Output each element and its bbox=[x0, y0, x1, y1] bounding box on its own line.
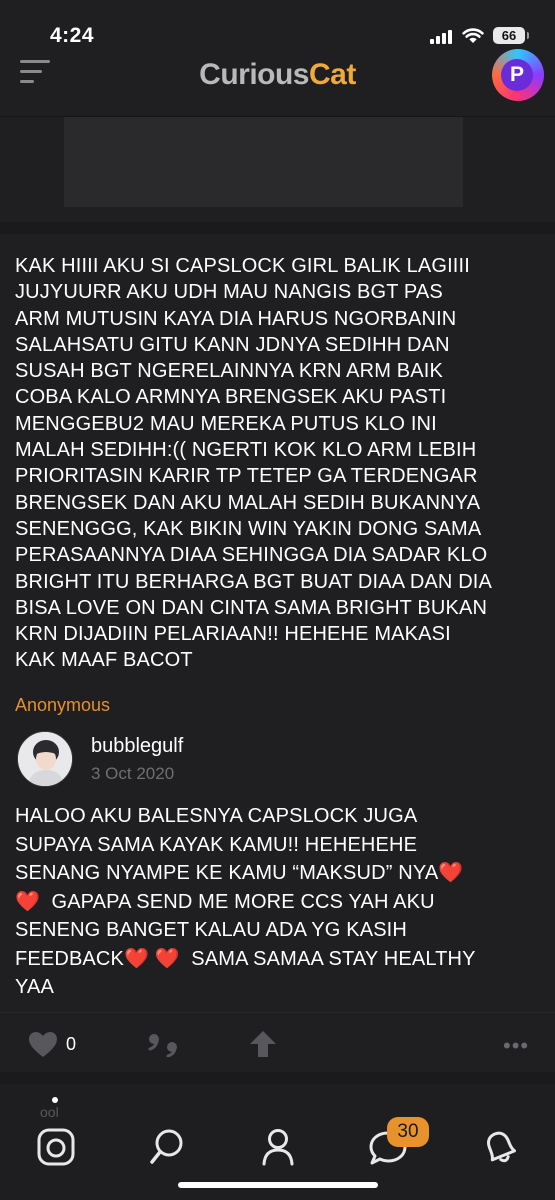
status-bar: 4:24 66 bbox=[0, 0, 555, 50]
ad-placeholder bbox=[64, 117, 463, 207]
app-logo[interactable]: CuriousCat bbox=[0, 58, 555, 92]
heart-emoji: ❤️ bbox=[124, 947, 150, 970]
heart-icon[interactable] bbox=[28, 1031, 58, 1058]
profile-avatar[interactable]: P bbox=[492, 49, 544, 101]
more-icon[interactable]: ••• bbox=[503, 1033, 529, 1059]
notifications-icon[interactable] bbox=[480, 1127, 520, 1167]
answerer-avatar[interactable] bbox=[17, 731, 73, 787]
signal-icon bbox=[430, 28, 456, 44]
notification-badge[interactable]: 30 bbox=[387, 1117, 429, 1147]
heart-emoji: ❤️ bbox=[154, 947, 180, 970]
search-icon[interactable] bbox=[149, 1128, 185, 1166]
share-arrow-icon[interactable] bbox=[249, 1030, 277, 1058]
section-separator bbox=[0, 222, 555, 234]
answer-date: 3 Oct 2020 bbox=[91, 764, 175, 783]
heart-emoji: ❤️ bbox=[15, 890, 41, 913]
status-time: 4:24 bbox=[50, 24, 95, 47]
answerer-username[interactable]: bubblegulf bbox=[91, 735, 183, 758]
answer-text: HALOO AKU BALESNYA CAPSLOCK JUGA SUPAYA … bbox=[15, 805, 476, 998]
profile-icon[interactable] bbox=[262, 1128, 294, 1166]
actions-separator bbox=[0, 1012, 555, 1013]
heart-emoji: ❤️ bbox=[438, 862, 464, 884]
wifi-icon bbox=[462, 28, 484, 43]
battery-indicator: 66 bbox=[493, 27, 529, 44]
camera-icon[interactable] bbox=[37, 1128, 75, 1166]
home-indicator[interactable] bbox=[178, 1182, 378, 1188]
peek-text: ool bbox=[40, 1104, 59, 1120]
asker-name[interactable]: Anonymous bbox=[15, 695, 110, 716]
question-text: KAK HIIII AKU SI CAPSLOCK GIRL BALIK LAG… bbox=[15, 255, 492, 672]
quote-icon[interactable] bbox=[148, 1033, 180, 1057]
like-count: 0 bbox=[66, 1034, 77, 1054]
profile-letter: P bbox=[501, 59, 533, 91]
bottom-separator bbox=[0, 1072, 555, 1084]
peek-dot bbox=[52, 1097, 58, 1103]
